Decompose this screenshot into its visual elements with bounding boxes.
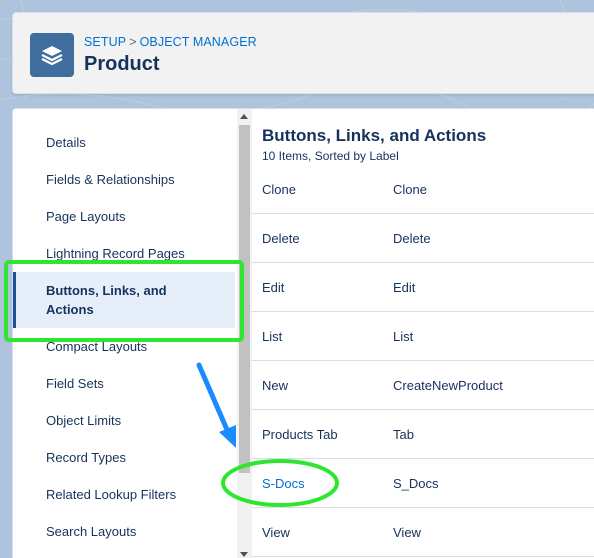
breadcrumb-object-manager[interactable]: OBJECT MANAGER (140, 35, 257, 49)
table-row: New CreateNewProduct (252, 361, 594, 410)
sidebar-item-label: Details (46, 135, 86, 150)
scroll-thumb[interactable] (239, 125, 250, 473)
breadcrumb-setup[interactable]: SETUP (84, 35, 126, 49)
sidebar-item-fields-relationships[interactable]: Fields & Relationships (13, 161, 237, 198)
layers-icon (30, 33, 74, 77)
sidebar-item-search-layouts[interactable]: Search Layouts (13, 513, 237, 550)
sidebar-item-label: Related Lookup Filters (46, 487, 177, 502)
sidebar-item-object-limits[interactable]: Object Limits (13, 402, 237, 439)
row-label: Products Tab (262, 426, 338, 442)
row-label: Clone (262, 181, 296, 197)
content-area: Buttons, Links, and Actions 10 Items, So… (252, 109, 594, 558)
row-label: Edit (262, 279, 285, 295)
breadcrumb-separator: > (129, 35, 137, 49)
sidebar-scrollbar[interactable] (237, 109, 252, 558)
page-title: Product (84, 53, 160, 75)
sidebar-item-page-layouts[interactable]: Page Layouts (13, 198, 237, 235)
sidebar: Details Fields & Relationships Page Layo… (13, 109, 237, 558)
row-name: CreateNewProduct (393, 377, 503, 393)
row-name: List (393, 328, 414, 344)
table-row: Clone Clone (252, 165, 594, 214)
row-label: New (262, 377, 289, 393)
table-row: Delete Delete (252, 214, 594, 263)
sidebar-item-label: Field Sets (46, 376, 104, 391)
section-title: Buttons, Links, and Actions (262, 126, 487, 145)
sidebar-item-compact-layouts[interactable]: Compact Layouts (13, 328, 237, 365)
sidebar-item-record-types[interactable]: Record Types (13, 439, 237, 476)
sidebar-item-label: Buttons, Links, and Actions (46, 283, 167, 317)
table-row: Products Tab Tab (252, 410, 594, 459)
row-name: S_Docs (393, 475, 439, 491)
row-name: Tab (393, 426, 414, 442)
row-name: View (393, 524, 421, 540)
row-label: View (262, 524, 290, 540)
sidebar-item-label: Compact Layouts (46, 339, 148, 354)
sidebar-item-label: Search Layouts (46, 524, 137, 539)
table-row: Edit Edit (252, 263, 594, 312)
row-name: Edit (393, 279, 416, 295)
sidebar-item-field-sets[interactable]: Field Sets (13, 365, 237, 402)
sidebar-item-details[interactable]: Details (13, 124, 237, 161)
section-subtitle: 10 Items, Sorted by Label (262, 149, 399, 163)
row-label: List (262, 328, 283, 344)
table-row: S-Docs S_Docs (252, 459, 594, 508)
sidebar-item-label: Fields & Relationships (46, 172, 175, 187)
scroll-up-arrow-icon[interactable] (240, 114, 248, 119)
table-row: List List (252, 312, 594, 361)
sidebar-item-label: Record Types (46, 450, 126, 465)
row-name: Clone (393, 181, 427, 197)
sidebar-item-label: Page Layouts (46, 209, 126, 224)
sidebar-item-label: Lightning Record Pages (46, 246, 185, 261)
row-name: Delete (393, 230, 431, 246)
breadcrumb: SETUP > OBJECT MANAGER (84, 35, 257, 49)
s-docs-link[interactable]: S-Docs (262, 459, 305, 507)
row-label: Delete (262, 230, 300, 246)
scroll-down-arrow-icon[interactable] (240, 552, 248, 557)
sidebar-item-buttons-links-actions[interactable]: Buttons, Links, and Actions (13, 272, 235, 328)
sidebar-item-lightning-record-pages[interactable]: Lightning Record Pages (13, 235, 237, 272)
main-panel: Details Fields & Relationships Page Layo… (12, 108, 594, 558)
sidebar-item-related-lookup-filters[interactable]: Related Lookup Filters (13, 476, 237, 513)
table-row: View View (252, 508, 594, 557)
sidebar-item-label: Object Limits (46, 413, 122, 428)
header-card: SETUP > OBJECT MANAGER Product (12, 12, 594, 94)
